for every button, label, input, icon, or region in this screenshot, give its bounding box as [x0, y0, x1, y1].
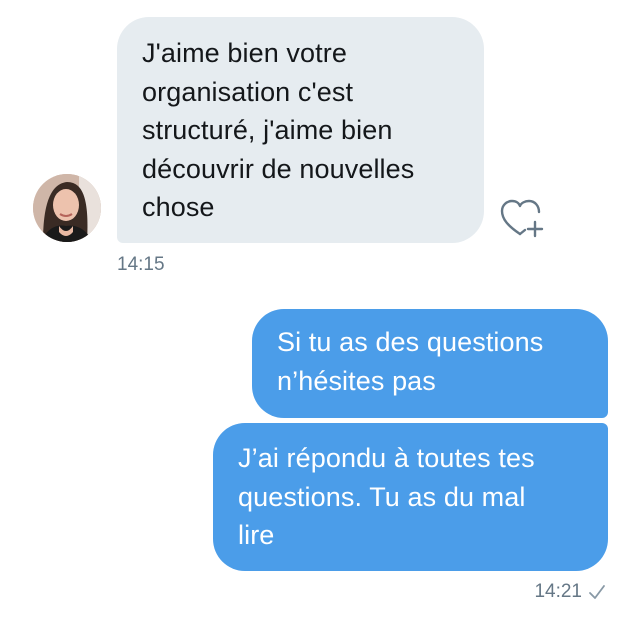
user-avatar[interactable] [33, 174, 101, 242]
sent-message-bubble[interactable]: J’ai répondu à toutes tes questions. Tu … [213, 423, 608, 571]
sent-message-bubble[interactable]: Si tu as des questions n’hésites pas [252, 309, 608, 418]
received-message-bubble[interactable]: J'aime bien votre organisation c'est str… [117, 17, 484, 243]
heart-plus-icon[interactable] [498, 196, 548, 242]
sent-timestamp: 14:21 [534, 581, 582, 602]
checkmark-icon [588, 583, 606, 601]
received-timestamp: 14:15 [117, 254, 165, 275]
